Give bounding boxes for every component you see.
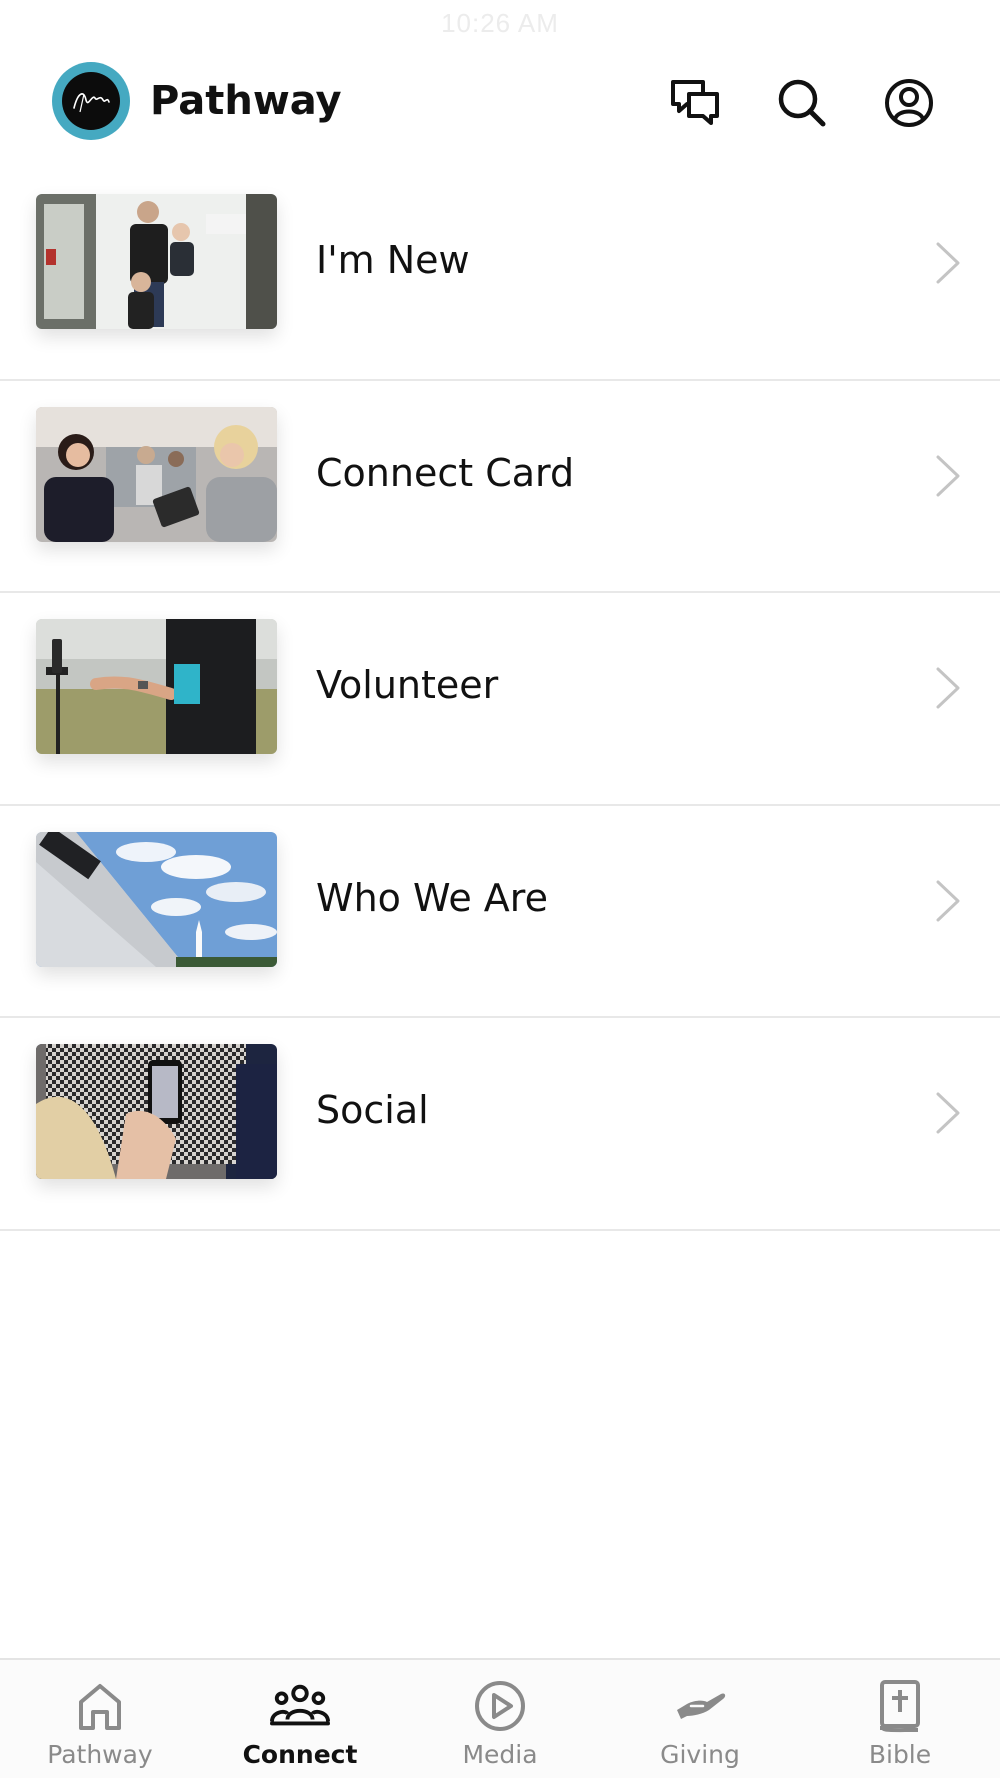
tab-label: Bible <box>868 1740 932 1769</box>
tab-media[interactable]: Media <box>400 1660 600 1778</box>
chat-icon[interactable] <box>668 76 722 130</box>
status-bar-time: 10:26 AM <box>441 8 559 38</box>
menu-item-label: Volunteer <box>316 663 499 707</box>
bottom-tab-bar: Pathway Connect Media Giving Bible <box>0 1658 1000 1778</box>
family-at-door-photo <box>36 194 277 329</box>
tab-label: Pathway <box>47 1740 153 1769</box>
tab-connect[interactable]: Connect <box>200 1660 400 1778</box>
people-icon <box>270 1678 330 1734</box>
chevron-right-icon <box>936 242 960 284</box>
bible-icon <box>870 1678 930 1734</box>
logo-inner <box>62 72 120 130</box>
chevron-right-icon <box>936 1092 960 1134</box>
play-icon <box>470 1678 530 1734</box>
menu-item-who-we-are[interactable]: Who We Are <box>0 806 1000 1018</box>
tab-label: Media <box>462 1740 538 1769</box>
menu-item-volunteer[interactable]: Volunteer <box>0 593 1000 806</box>
volunteer-photo <box>36 619 277 754</box>
app-title: Pathway <box>150 78 342 124</box>
giving-hand-icon <box>670 1678 730 1734</box>
menu-item-label: I'm New <box>316 238 470 282</box>
pathway-logo[interactable] <box>52 62 130 140</box>
menu-item-label: Who We Are <box>316 875 548 920</box>
menu-item-connect-card[interactable]: Connect Card <box>0 381 1000 593</box>
app-header: Pathway <box>0 60 1000 140</box>
chevron-right-icon <box>936 667 960 709</box>
church-building-photo <box>36 831 277 967</box>
menu-item-social[interactable]: Social <box>0 1018 1000 1231</box>
tab-giving[interactable]: Giving <box>600 1660 800 1778</box>
menu-item-im-new[interactable]: I'm New <box>0 168 1000 381</box>
connect-menu-list: I'm New Connect Card Volunteer Who We Ar… <box>0 168 1000 1231</box>
women-talking-photo <box>36 406 277 542</box>
logo-script-mark <box>73 93 110 113</box>
tab-bible[interactable]: Bible <box>800 1660 1000 1778</box>
home-icon <box>70 1678 130 1734</box>
menu-item-label: Connect Card <box>316 450 575 495</box>
tab-pathway[interactable]: Pathway <box>0 1660 200 1778</box>
tab-label: Connect <box>242 1740 358 1769</box>
menu-item-label: Social <box>316 1088 429 1132</box>
search-icon[interactable] <box>775 76 829 130</box>
chevron-right-icon <box>936 455 960 496</box>
chevron-right-icon <box>936 880 960 921</box>
profile-icon[interactable] <box>882 76 936 130</box>
tab-label: Giving <box>660 1740 740 1769</box>
phone-photo <box>36 1044 277 1179</box>
